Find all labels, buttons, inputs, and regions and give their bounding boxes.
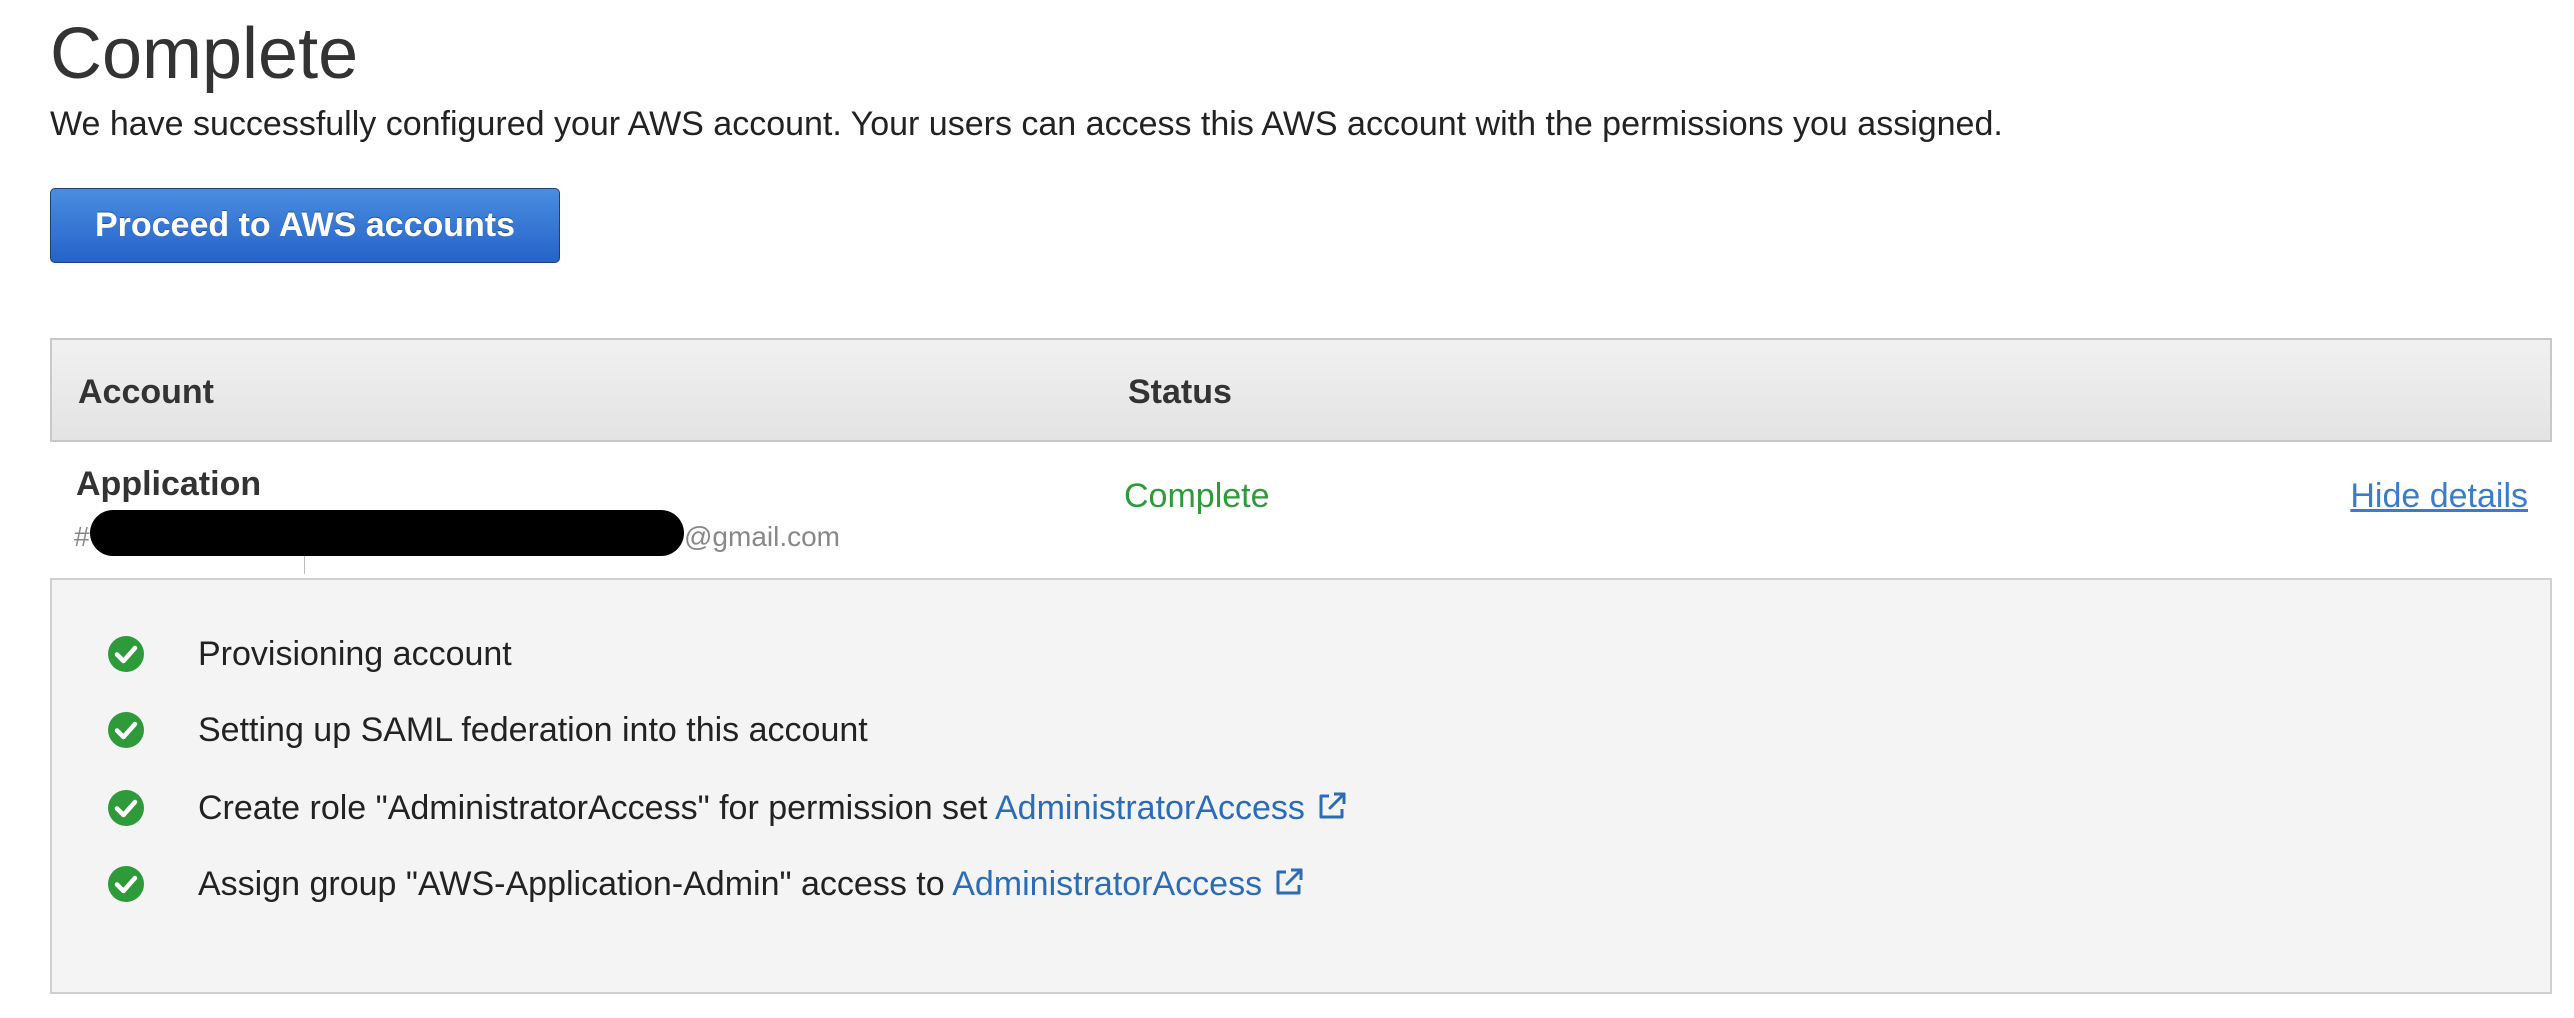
provisioning-details-panel: Provisioning account Setting up SAML fed… [50,578,2552,994]
list-item: Create role "AdministratorAccess" for pe… [52,778,2550,838]
status-badge: Complete [1124,477,1270,515]
success-message: We have successfully configured your AWS… [50,105,2003,143]
account-name: Application [76,465,262,503]
list-item: Setting up SAML federation into this acc… [52,700,2550,760]
list-item: Provisioning account [52,624,2550,684]
account-id-prefix: # [74,521,90,552]
check-circle-icon [108,636,144,672]
check-circle-icon [108,712,144,748]
permission-set-link[interactable]: AdministratorAccess [952,865,1262,903]
accounts-table-header: Account Status [50,338,2552,442]
step-label: Provisioning account [198,632,512,676]
list-item: Assign group "AWS-Application-Admin" acc… [52,854,2550,914]
step-label: Create role "AdministratorAccess" for pe… [198,786,1349,830]
table-row: Application # @gmail.com Complete Hide d… [50,442,2552,578]
column-header-account: Account [78,373,214,411]
external-link-icon[interactable] [1272,865,1306,899]
column-header-status: Status [1128,373,1232,411]
step-text: Setting up SAML federation into this acc… [198,711,868,749]
page-title: Complete [50,14,359,94]
check-circle-icon [108,790,144,826]
account-id-separator [304,554,305,574]
account-email-suffix: @gmail.com [684,521,841,552]
step-text: Create role "AdministratorAccess" for pe… [198,789,995,827]
redaction-mark [90,510,684,556]
complete-page: Complete We have successfully configured… [0,0,2574,1018]
external-link-icon[interactable] [1315,789,1349,823]
step-text: Provisioning account [198,635,512,673]
proceed-to-aws-accounts-button[interactable]: Proceed to AWS accounts [50,188,560,263]
check-circle-icon [108,866,144,902]
hide-details-link[interactable]: Hide details [2350,476,2528,516]
permission-set-link[interactable]: AdministratorAccess [995,789,1305,827]
step-text: Assign group "AWS-Application-Admin" acc… [198,865,953,903]
step-label: Assign group "AWS-Application-Admin" acc… [198,862,1306,906]
step-label: Setting up SAML federation into this acc… [198,708,868,752]
